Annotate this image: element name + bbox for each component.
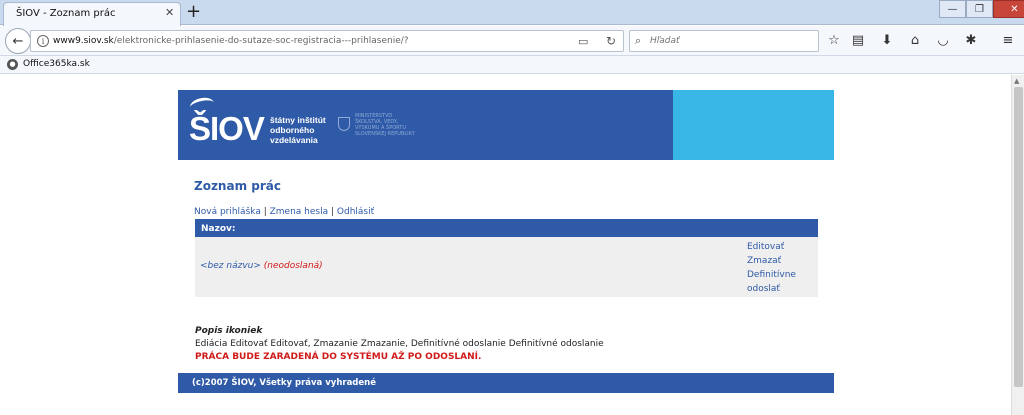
menu-icon[interactable]: ≡ bbox=[999, 32, 1017, 50]
logout-link[interactable]: Odhlásiť bbox=[337, 207, 374, 217]
info-icon[interactable]: i bbox=[37, 35, 49, 47]
legend-title: Popis ikoniek bbox=[195, 326, 263, 336]
legend-text: Ediácia Editovať Editovať, Zmazanie Zmaz… bbox=[195, 339, 604, 349]
submit-final-link-line2[interactable]: odoslať bbox=[747, 282, 796, 296]
url-host: www9.siov.sk bbox=[53, 36, 114, 46]
change-password-link[interactable]: Zmena hesla bbox=[270, 207, 329, 217]
close-tab-icon[interactable]: ✕ bbox=[165, 6, 174, 19]
edit-link[interactable]: Editovať bbox=[747, 240, 796, 254]
bookmark-favicon-icon: ● bbox=[7, 59, 18, 70]
scroll-thumb[interactable] bbox=[1014, 87, 1023, 387]
tab-title: ŠIOV - Zoznam prác bbox=[16, 8, 116, 19]
back-button[interactable]: ← bbox=[5, 28, 31, 54]
restore-button[interactable]: ❐ bbox=[966, 0, 993, 18]
row-actions: Editovať Zmazať Definitívne odoslať bbox=[747, 240, 796, 296]
page-title: Zoznam prác bbox=[194, 179, 281, 193]
submit-final-link[interactable]: Definitívne bbox=[747, 268, 796, 282]
works-table: Nazov: <bez názvu> (neodoslaná) Editovať… bbox=[195, 219, 818, 297]
downloads-icon[interactable]: ⬇ bbox=[878, 32, 896, 50]
scroll-up-icon[interactable]: ▲ bbox=[1014, 77, 1019, 85]
work-name[interactable]: <bez názvu> bbox=[200, 261, 261, 271]
site-footer: (c)2007 ŠIOV, Všetky práva vyhradené bbox=[178, 373, 834, 393]
browser-tab[interactable]: ŠIOV - Zoznam prác ✕ bbox=[3, 2, 181, 26]
table-header: Nazov: bbox=[195, 219, 818, 237]
bookmark-office365ka[interactable]: Office365ka.sk bbox=[23, 59, 90, 69]
pocket-icon[interactable]: ◡ bbox=[934, 32, 952, 50]
new-application-link[interactable]: Nová prihláška bbox=[194, 207, 261, 217]
delete-link[interactable]: Zmazať bbox=[747, 254, 796, 268]
submission-warning: PRÁCA BUDE ZARADENÁ DO SYSTÉMU AŽ PO ODO… bbox=[195, 352, 482, 362]
icon-legend: Popis ikoniek Ediácia Editovať Editovať,… bbox=[195, 325, 604, 364]
close-window-button[interactable]: ✕ bbox=[993, 0, 1024, 18]
home-icon[interactable]: ⌂ bbox=[906, 32, 924, 50]
extension-icon[interactable]: ✱ bbox=[962, 32, 980, 50]
work-status: (neodoslaná) bbox=[263, 261, 323, 271]
window-controls: — ❐ ✕ bbox=[939, 0, 1024, 18]
back-arrow-icon: ← bbox=[12, 33, 24, 49]
table-row: <bez názvu> (neodoslaná) Editovať Zmazať… bbox=[195, 237, 818, 297]
minimize-button[interactable]: — bbox=[939, 0, 966, 18]
user-links: Nová prihláška | Zmena hesla | Odhlásiť bbox=[194, 207, 375, 217]
bookmarks-library-icon[interactable]: ▤ bbox=[849, 32, 867, 50]
vertical-scrollbar[interactable]: ▲ bbox=[1011, 75, 1024, 415]
page-body: Zoznam prác Nová prihláška | Zmena hesla… bbox=[178, 0, 834, 415]
work-title: <bez názvu> (neodoslaná) bbox=[200, 261, 323, 271]
